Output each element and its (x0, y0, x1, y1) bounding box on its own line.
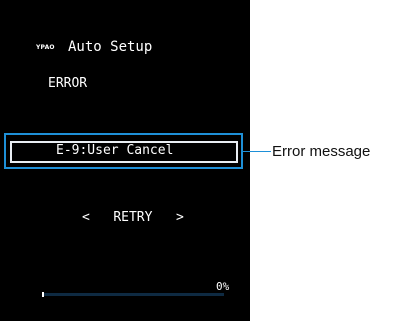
error-message-text: E-9:User Cancel (56, 143, 174, 158)
retry-label: RETRY (113, 210, 153, 225)
left-arrow-icon[interactable]: < (82, 210, 90, 225)
progress-bar (44, 293, 224, 296)
screen-title: Auto Setup (68, 39, 153, 55)
ypao-logo: YPAO (36, 44, 55, 51)
callout-label: Error message (272, 143, 371, 160)
progress-percent: 0% (216, 280, 230, 293)
progress-marker (42, 292, 44, 297)
display-screen: YPAO Auto Setup ERROR E-9:User Cancel < … (0, 0, 250, 321)
error-label: ERROR (48, 76, 88, 91)
right-arrow-icon[interactable]: > (176, 210, 184, 225)
callout-line (243, 151, 271, 152)
retry-option[interactable]: < RETRY > (82, 210, 184, 225)
header-panel (36, 6, 244, 66)
